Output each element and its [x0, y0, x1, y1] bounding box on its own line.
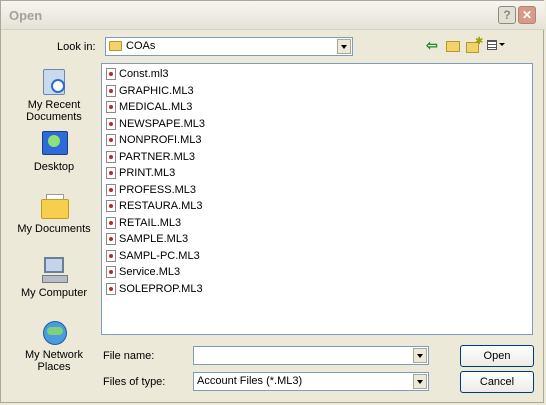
place-my-computer[interactable]: My Computer — [11, 255, 97, 299]
back-arrow-icon: ⇦ — [426, 37, 438, 53]
ml3-file-icon — [106, 134, 116, 146]
ml3-file-icon — [106, 249, 116, 262]
up-folder-icon — [446, 41, 460, 52]
open-dialog: Open ? ✕ Look in: COAs ⇦ ✱ My Recent Doc… — [0, 0, 545, 403]
file-name: NONPROFI.ML3 — [119, 134, 202, 146]
file-list[interactable]: Const.ml3 GRAPHIC.ML3 MEDICAL.ML3 NEWSPAPE.… — [101, 63, 533, 335]
new-folder-button[interactable]: ✱ — [466, 36, 484, 53]
chevron-down-icon[interactable] — [413, 348, 427, 363]
file-name: PROFESS.ML3 — [119, 183, 197, 196]
my-documents-icon — [39, 191, 69, 221]
ml3-file-icon — [106, 84, 116, 97]
places-bar: My Recent Documents Desktop My Documents… — [11, 63, 97, 392]
ml3-file-icon — [106, 183, 116, 196]
recent-documents-icon — [39, 67, 69, 97]
place-desktop[interactable]: Desktop — [11, 129, 97, 173]
file-name: Service.ML3 — [119, 266, 181, 278]
window-title: Open — [9, 8, 43, 23]
place-label: My Network Places — [24, 349, 84, 373]
place-recent-documents[interactable]: My Recent Documents — [11, 67, 97, 123]
place-my-documents[interactable]: My Documents — [11, 191, 97, 235]
file-name: PRINT.ML3 — [119, 167, 176, 179]
place-network-places[interactable]: My Network Places — [11, 317, 97, 373]
title-bar: Open ? ✕ — [1, 1, 545, 30]
chevron-down-icon[interactable] — [413, 374, 427, 389]
my-computer-icon — [39, 255, 69, 285]
look-in-dropdown[interactable]: COAs — [105, 37, 353, 56]
sparkle-icon: ✱ — [475, 36, 484, 47]
file-name-input[interactable] — [193, 346, 429, 365]
file-name: SOLEPROP.ML3 — [119, 282, 203, 295]
chevron-down-icon[interactable] — [337, 39, 351, 54]
ml3-file-icon — [106, 233, 116, 245]
file-name: MEDICAL.ML3 — [119, 101, 193, 113]
ml3-file-icon — [106, 68, 116, 80]
place-label: Desktop — [33, 161, 75, 173]
ml3-file-icon — [106, 150, 116, 163]
up-one-level-button[interactable] — [445, 37, 461, 53]
file-name: GRAPHIC.ML3 — [119, 84, 194, 97]
open-button[interactable]: Open — [460, 345, 534, 367]
ml3-file-icon — [106, 266, 116, 278]
ml3-file-icon — [106, 282, 116, 295]
ml3-file-icon — [106, 101, 116, 113]
views-icon — [487, 40, 497, 50]
file-name: PARTNER.ML3 — [119, 150, 196, 163]
close-button[interactable]: ✕ — [518, 6, 536, 24]
ml3-file-icon — [106, 216, 116, 229]
network-places-icon — [39, 317, 69, 347]
ml3-file-icon — [106, 200, 116, 212]
file-type-value: Account Files (*.ML3) — [197, 375, 303, 387]
chevron-down-icon — [499, 43, 505, 46]
file-name: SAMPLE.ML3 — [119, 233, 189, 245]
place-label: My Documents — [17, 223, 91, 235]
look-in-value: COAs — [126, 40, 156, 52]
file-name: SAMPL-PC.ML3 — [119, 249, 200, 262]
file-name: NEWSPAPE.ML3 — [119, 117, 205, 130]
file-name: RETAIL.ML3 — [119, 216, 182, 229]
place-label: My Recent Documents — [26, 99, 82, 123]
views-menu-button[interactable] — [487, 37, 507, 53]
ml3-file-icon — [106, 167, 116, 179]
place-label: My Computer — [20, 287, 88, 299]
ml3-file-icon — [106, 117, 116, 130]
help-button[interactable]: ? — [498, 6, 516, 24]
file-name: Const.ml3 — [119, 68, 169, 80]
file-name: RESTAURA.ML3 — [119, 200, 203, 212]
folder-icon — [109, 41, 122, 51]
cancel-button[interactable]: Cancel — [460, 371, 534, 393]
back-button[interactable]: ⇦ — [426, 37, 442, 53]
file-name-label: File name: — [103, 350, 155, 362]
desktop-icon — [39, 129, 69, 159]
file-type-dropdown[interactable]: Account Files (*.ML3) — [193, 372, 429, 391]
file-type-label: Files of type: — [103, 376, 166, 388]
look-in-label: Look in: — [57, 41, 96, 53]
